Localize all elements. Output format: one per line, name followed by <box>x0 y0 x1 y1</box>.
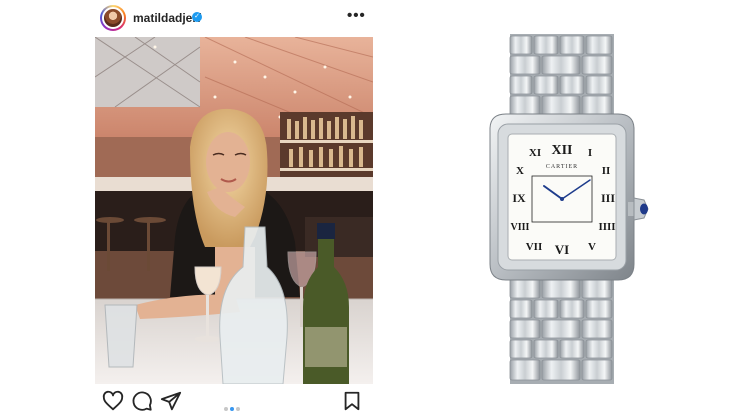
numeral-xi: XI <box>529 147 541 159</box>
carousel-indicator <box>223 398 241 416</box>
numeral-vii: VII <box>526 241 543 253</box>
watch-brand-logo: CARTIER <box>546 164 578 170</box>
avatar[interactable] <box>102 7 124 29</box>
numeral-v: V <box>588 241 596 253</box>
bracelet-lower <box>509 274 614 384</box>
verified-badge-icon: ✓ <box>192 12 202 22</box>
crown-cabochon <box>640 203 648 215</box>
post-header: matildadjerf ✓ ••• <box>95 4 373 32</box>
username-link[interactable]: matildadjerf <box>133 11 201 25</box>
numeral-xii: XII <box>551 143 572 158</box>
heart-icon[interactable] <box>102 390 124 412</box>
post-photo[interactable] <box>95 37 373 384</box>
carousel-dot <box>224 407 228 411</box>
more-options-button[interactable]: ••• <box>347 7 366 24</box>
numeral-i: I <box>588 147 592 159</box>
bookmark-icon[interactable] <box>341 390 363 412</box>
numeral-ix: IX <box>512 191 526 205</box>
numeral-vi: VI <box>555 242 569 257</box>
numeral-viii: VIII <box>511 222 530 233</box>
numeral-ii: II <box>602 165 611 177</box>
carousel-dot-active <box>230 407 234 411</box>
watch-product-image: XII I II III IIII V VI VII VIII IX X XI … <box>468 34 658 384</box>
numeral-iii: III <box>601 191 615 205</box>
share-icon[interactable] <box>160 390 182 412</box>
bracelet-upper <box>509 34 614 120</box>
post-actions <box>95 390 373 414</box>
numeral-x: X <box>516 165 524 177</box>
carousel-dot <box>236 407 240 411</box>
comment-icon[interactable] <box>131 390 153 412</box>
numeral-iiii: IIII <box>598 221 615 233</box>
story-ring[interactable] <box>100 5 126 31</box>
instagram-post: matildadjerf ✓ ••• <box>95 0 373 419</box>
